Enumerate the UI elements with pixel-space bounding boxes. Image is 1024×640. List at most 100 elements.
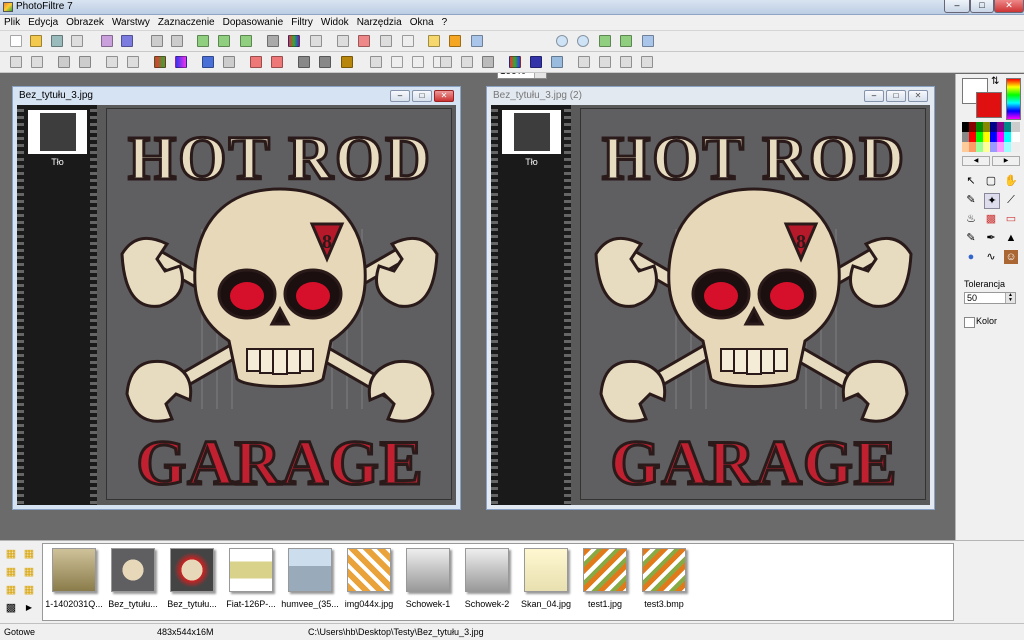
new-file-icon[interactable] <box>10 35 22 47</box>
palette-prev-icon[interactable]: ◀ <box>962 156 990 166</box>
hand-tool-icon[interactable]: ✋ <box>1004 174 1018 188</box>
undo-icon[interactable] <box>151 35 163 47</box>
close-button[interactable]: ✕ <box>994 0 1024 13</box>
dropper-icon[interactable] <box>10 56 22 68</box>
grid-icon[interactable] <box>551 56 563 68</box>
brush-large-icon[interactable] <box>79 56 91 68</box>
doc-maximize-button[interactable]: □ <box>412 90 432 102</box>
menu-zaznaczenie[interactable]: Zaznaczenie <box>154 15 219 30</box>
magic-wand-tool-icon[interactable]: ✦ <box>984 193 1000 209</box>
select-tool-icon[interactable]: ▢ <box>984 174 998 188</box>
folder-favorites-icon[interactable]: ▦ <box>4 583 18 597</box>
smudge-tool-icon[interactable]: ∿ <box>984 250 998 264</box>
menu-okna[interactable]: Okna <box>406 15 438 30</box>
transform-icon[interactable] <box>380 35 392 47</box>
folder-open-icon[interactable]: ▦ <box>4 565 18 579</box>
monitor-icon[interactable] <box>530 56 542 68</box>
thumbnail-item[interactable]: Schowek-1 <box>399 548 457 609</box>
menu-widok[interactable]: Widok <box>317 15 353 30</box>
thumbnail-item[interactable]: Schowek-2 <box>458 548 516 609</box>
text-tool-icon[interactable] <box>402 35 414 47</box>
menu-help[interactable]: ? <box>438 15 452 30</box>
thumbnail-item[interactable]: img044x.jpg <box>340 548 398 609</box>
brush-small-icon[interactable] <box>58 56 70 68</box>
actual-size-icon[interactable] <box>620 35 632 47</box>
tolerance-value[interactable]: 50 <box>967 293 977 303</box>
fullscreen-icon[interactable] <box>642 35 654 47</box>
levels-icon[interactable] <box>202 56 214 68</box>
eyedropper-tool-icon[interactable]: ✎ <box>964 193 978 207</box>
layer-thumbnail[interactable] <box>502 110 561 154</box>
thumbnail-item[interactable]: humvee_(35... <box>281 548 339 609</box>
copy-icon[interactable] <box>197 35 209 47</box>
stepper-arrow-icon[interactable]: ▲ ▼ <box>1005 293 1015 303</box>
blur-icon[interactable] <box>298 56 310 68</box>
brush-tool-icon[interactable]: ✎ <box>964 231 978 245</box>
minimize-button[interactable]: – <box>944 0 970 13</box>
menu-dopasowanie[interactable]: Dopasowanie <box>219 15 288 30</box>
fill-tool-icon[interactable]: ♨ <box>964 212 978 226</box>
sharpen-icon[interactable] <box>319 56 331 68</box>
menu-plik[interactable]: Plik <box>0 15 24 30</box>
histogram-icon[interactable] <box>310 35 322 47</box>
color-spectrum[interactable] <box>1006 78 1021 120</box>
layer-thumbnail[interactable] <box>28 110 87 154</box>
clone-tool-icon[interactable]: ☺ <box>1004 250 1018 264</box>
thumbnail-item[interactable]: Skan_04.jpg <box>517 548 575 609</box>
drop-sharpen-icon[interactable] <box>412 56 424 68</box>
folder-add-icon[interactable]: ▦ <box>22 583 36 597</box>
close-file-icon[interactable] <box>71 35 83 47</box>
image-browser-icon[interactable]: ▩ <box>4 601 18 615</box>
palette-next-icon[interactable]: ▶ <box>992 156 1020 166</box>
open-folder-icon[interactable] <box>30 35 42 47</box>
line-tool-icon[interactable]: ⟋ <box>1004 193 1018 207</box>
background-color[interactable] <box>976 92 1002 118</box>
color-checkbox[interactable] <box>964 317 975 328</box>
fade-icon[interactable] <box>370 56 382 68</box>
swap-colors-icon[interactable]: ⇅ <box>991 76 999 87</box>
image-canvas[interactable]: 8 HOT ROD GARAGE <box>580 108 926 500</box>
doc-close-button[interactable]: ✕ <box>434 90 454 102</box>
saturation-icon[interactable] <box>154 56 166 68</box>
zoom-in-icon[interactable] <box>556 35 568 47</box>
paste-icon[interactable] <box>218 35 230 47</box>
auto-contrast-icon[interactable] <box>271 56 283 68</box>
paste-new-icon[interactable] <box>240 35 252 47</box>
eraser-tool-icon[interactable]: ▭ <box>1004 212 1018 226</box>
resize-image-icon[interactable] <box>267 35 279 47</box>
document-window-1[interactable]: Bez_tytułu_3.jpg – □ ✕ Tło 8 HOT ROD GAR… <box>12 86 461 510</box>
rotate-right-icon[interactable] <box>641 56 653 68</box>
triangle-filled-icon[interactable] <box>482 56 494 68</box>
doc-minimize-button[interactable]: – <box>864 90 884 102</box>
redo-icon[interactable] <box>171 35 183 47</box>
maximize-button[interactable]: □ <box>970 0 994 13</box>
doc-maximize-button[interactable]: □ <box>886 90 906 102</box>
emboss-icon[interactable] <box>341 56 353 68</box>
menu-warstwy[interactable]: Warstwy <box>108 15 154 30</box>
tolerance-stepper[interactable]: 50 ▲ ▼ <box>964 292 1016 304</box>
triangle-icon[interactable] <box>461 56 473 68</box>
color-palette-grid[interactable] <box>962 122 1020 152</box>
filter-icon[interactable] <box>428 35 440 47</box>
flip-h-icon[interactable] <box>578 56 590 68</box>
menu-filtry[interactable]: Filtry <box>287 15 317 30</box>
thumbnail-item[interactable]: test3.bmp <box>635 548 693 609</box>
folder-up-icon[interactable]: ▦ <box>22 547 36 561</box>
crop-icon[interactable] <box>358 35 370 47</box>
thumbnail-item[interactable]: test1.jpg <box>576 548 634 609</box>
spray-tool-icon[interactable]: ▩ <box>984 212 998 226</box>
saturation-plus-icon[interactable] <box>175 56 187 68</box>
menu-obrazek[interactable]: Obrazek <box>62 15 108 30</box>
flip-v-icon[interactable] <box>599 56 611 68</box>
scan-icon[interactable] <box>121 35 133 47</box>
gamma-plus-icon[interactable] <box>127 56 139 68</box>
folder-refresh-icon[interactable]: ▦ <box>22 565 36 579</box>
save-icon[interactable] <box>51 35 63 47</box>
zoom-out-icon[interactable] <box>577 35 589 47</box>
blur-drop-tool-icon[interactable]: ● <box>964 250 978 264</box>
menu-narzedzia[interactable]: Narzędzia <box>353 15 406 30</box>
stamp-tool-icon[interactable]: ▲ <box>1004 231 1018 245</box>
drop-blur-icon[interactable] <box>391 56 403 68</box>
screen-icon[interactable] <box>471 35 483 47</box>
thumbnail-item[interactable]: Fiat-126P-... <box>222 548 280 609</box>
